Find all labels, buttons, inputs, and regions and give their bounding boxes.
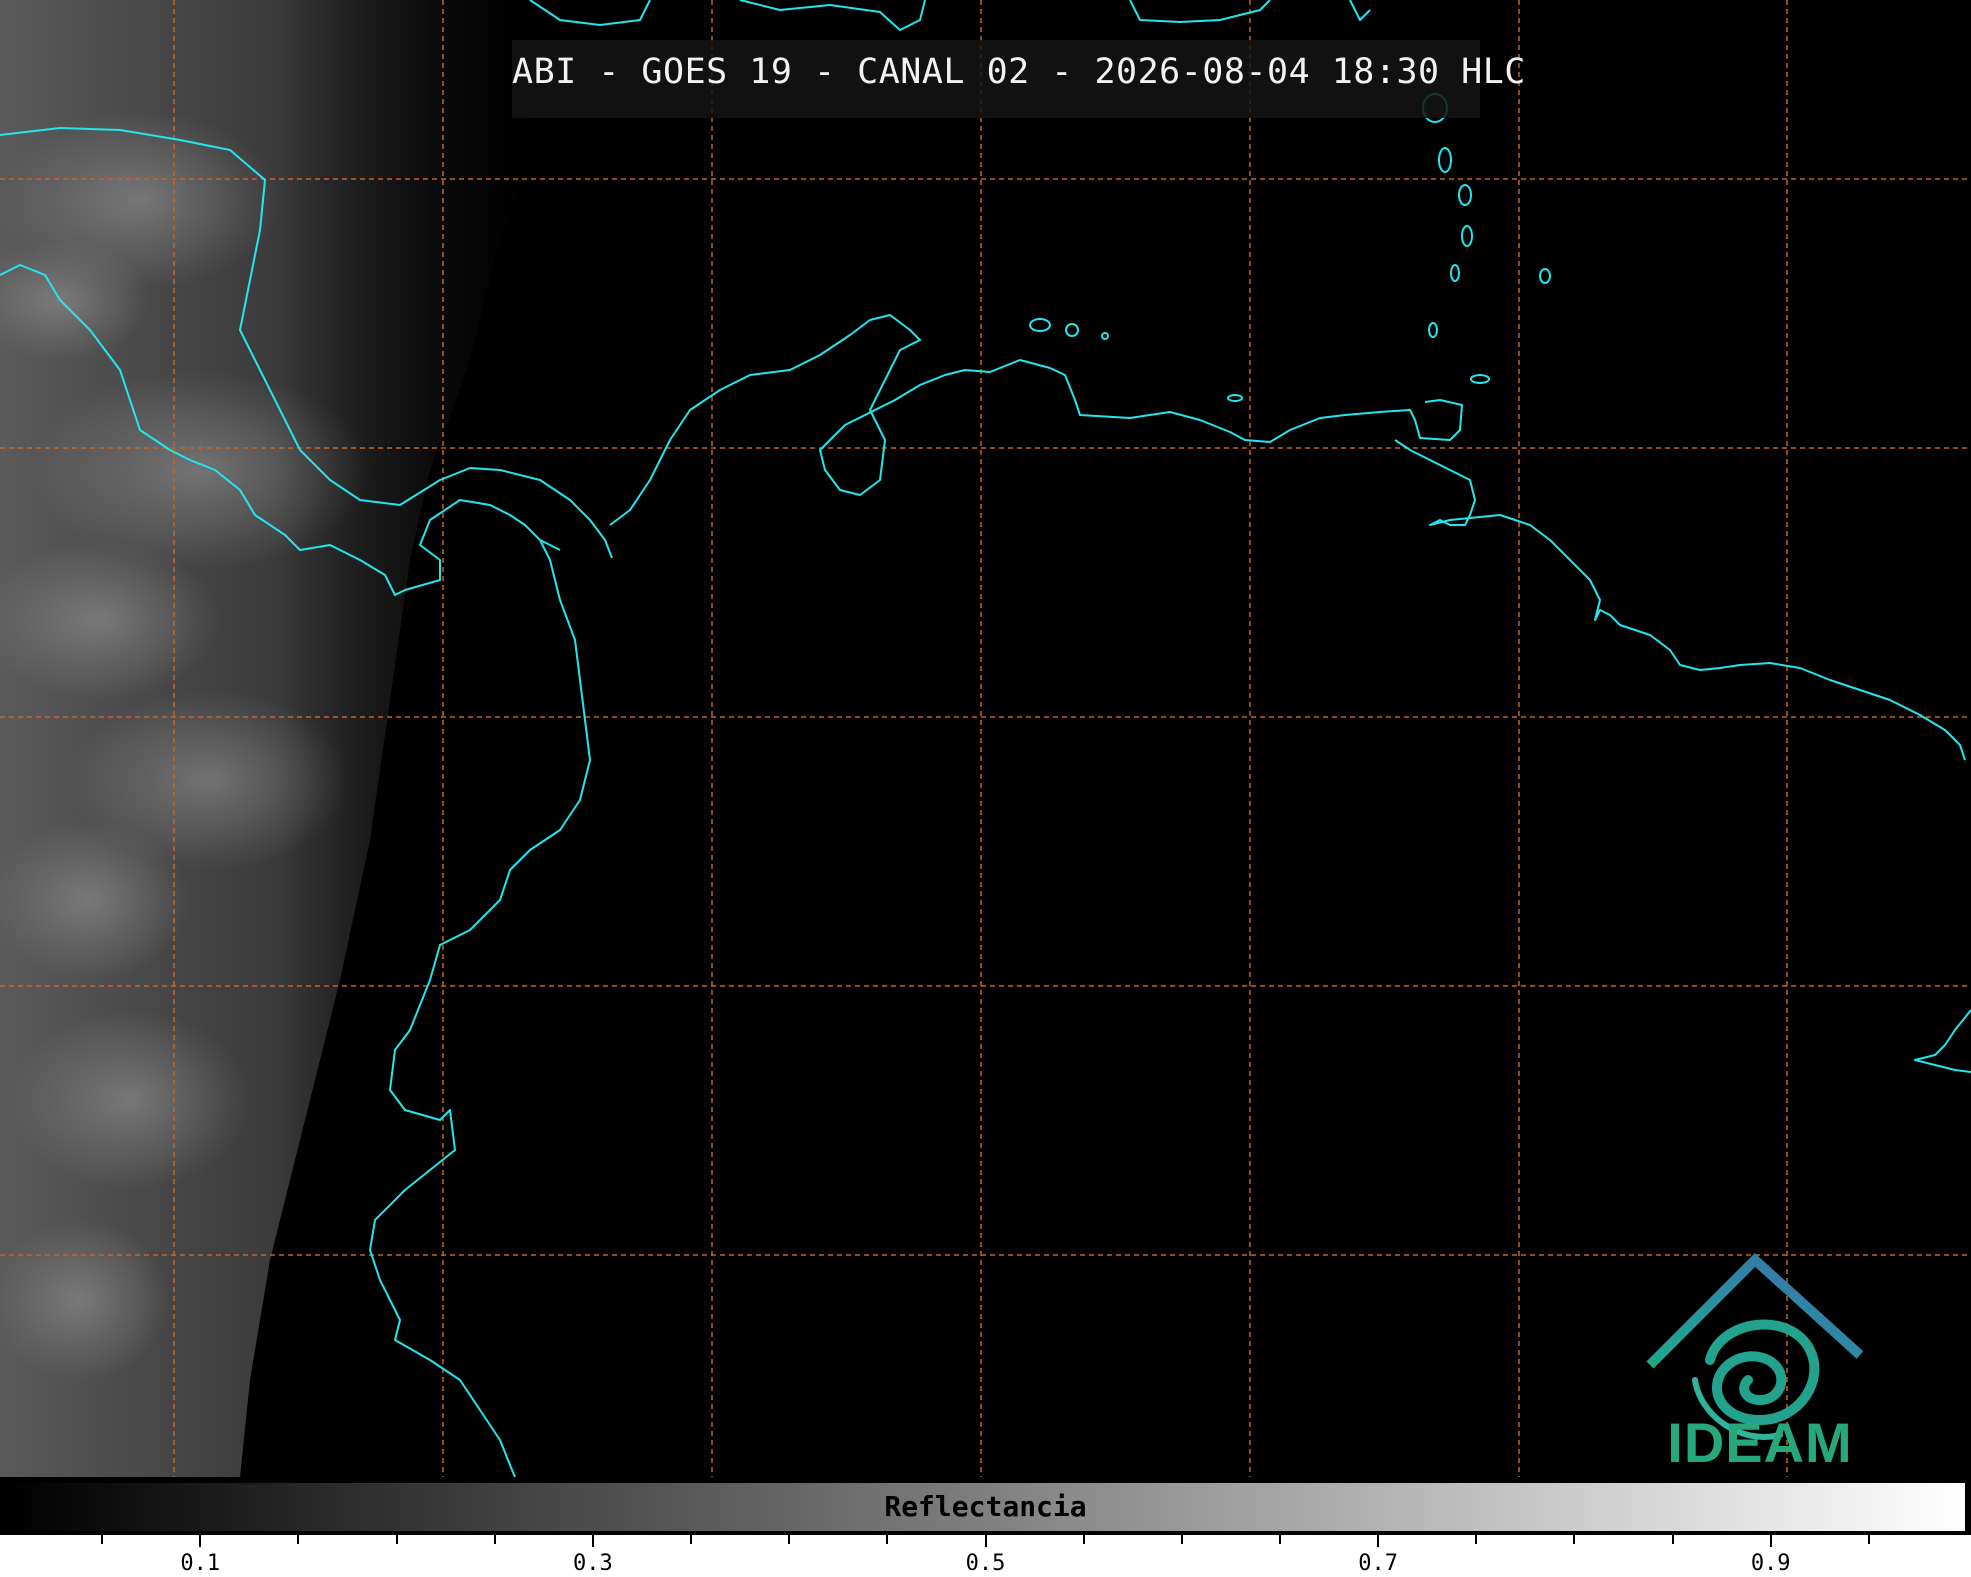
colorbar-minor-tick — [297, 1535, 300, 1544]
colorbar-minor-tick — [1082, 1535, 1085, 1544]
colorbar-tick-label: 0.7 — [1358, 1551, 1398, 1576]
colorbar-minor-tick — [690, 1535, 693, 1544]
colorbar-minor-tick — [395, 1535, 398, 1544]
colorbar-minor-tick — [1573, 1535, 1576, 1544]
colorbar-major-tick — [1769, 1535, 1772, 1547]
colorbar-minor-tick — [1867, 1535, 1870, 1544]
colorbar-major-tick — [984, 1535, 987, 1547]
colorbar-minor-tick — [1278, 1535, 1281, 1544]
colorbar-tick-label: 0.1 — [180, 1551, 221, 1576]
map-title: ABI - GOES 19 - CANAL 02 - 2026-08-04 18… — [512, 52, 1526, 92]
colorbar-tick-label: 0.3 — [573, 1551, 613, 1576]
colorbar-label: Reflectancia — [884, 1490, 1087, 1523]
colorbar-axis: 0.1 0.3 0.5 0.7 0.9 — [0, 1535, 1971, 1577]
colorbar-major-tick — [199, 1535, 202, 1547]
colorbar-tick-label: 0.9 — [1750, 1551, 1791, 1576]
colorbar-minor-tick — [1475, 1535, 1478, 1544]
ideam-logo-text: IDEAM — [1667, 1411, 1853, 1474]
colorbar-tick-label: 0.5 — [965, 1551, 1006, 1576]
colorbar-minor-tick — [493, 1535, 496, 1544]
colorbar-minor-tick — [1671, 1535, 1674, 1544]
colorbar-minor-tick — [1180, 1535, 1183, 1544]
colorbar-minor-tick — [788, 1535, 791, 1544]
colorbar-minor-tick — [886, 1535, 889, 1544]
colorbar-major-tick — [1377, 1535, 1380, 1547]
colorbar-minor-tick — [101, 1535, 104, 1544]
colorbar-major-tick — [591, 1535, 594, 1547]
